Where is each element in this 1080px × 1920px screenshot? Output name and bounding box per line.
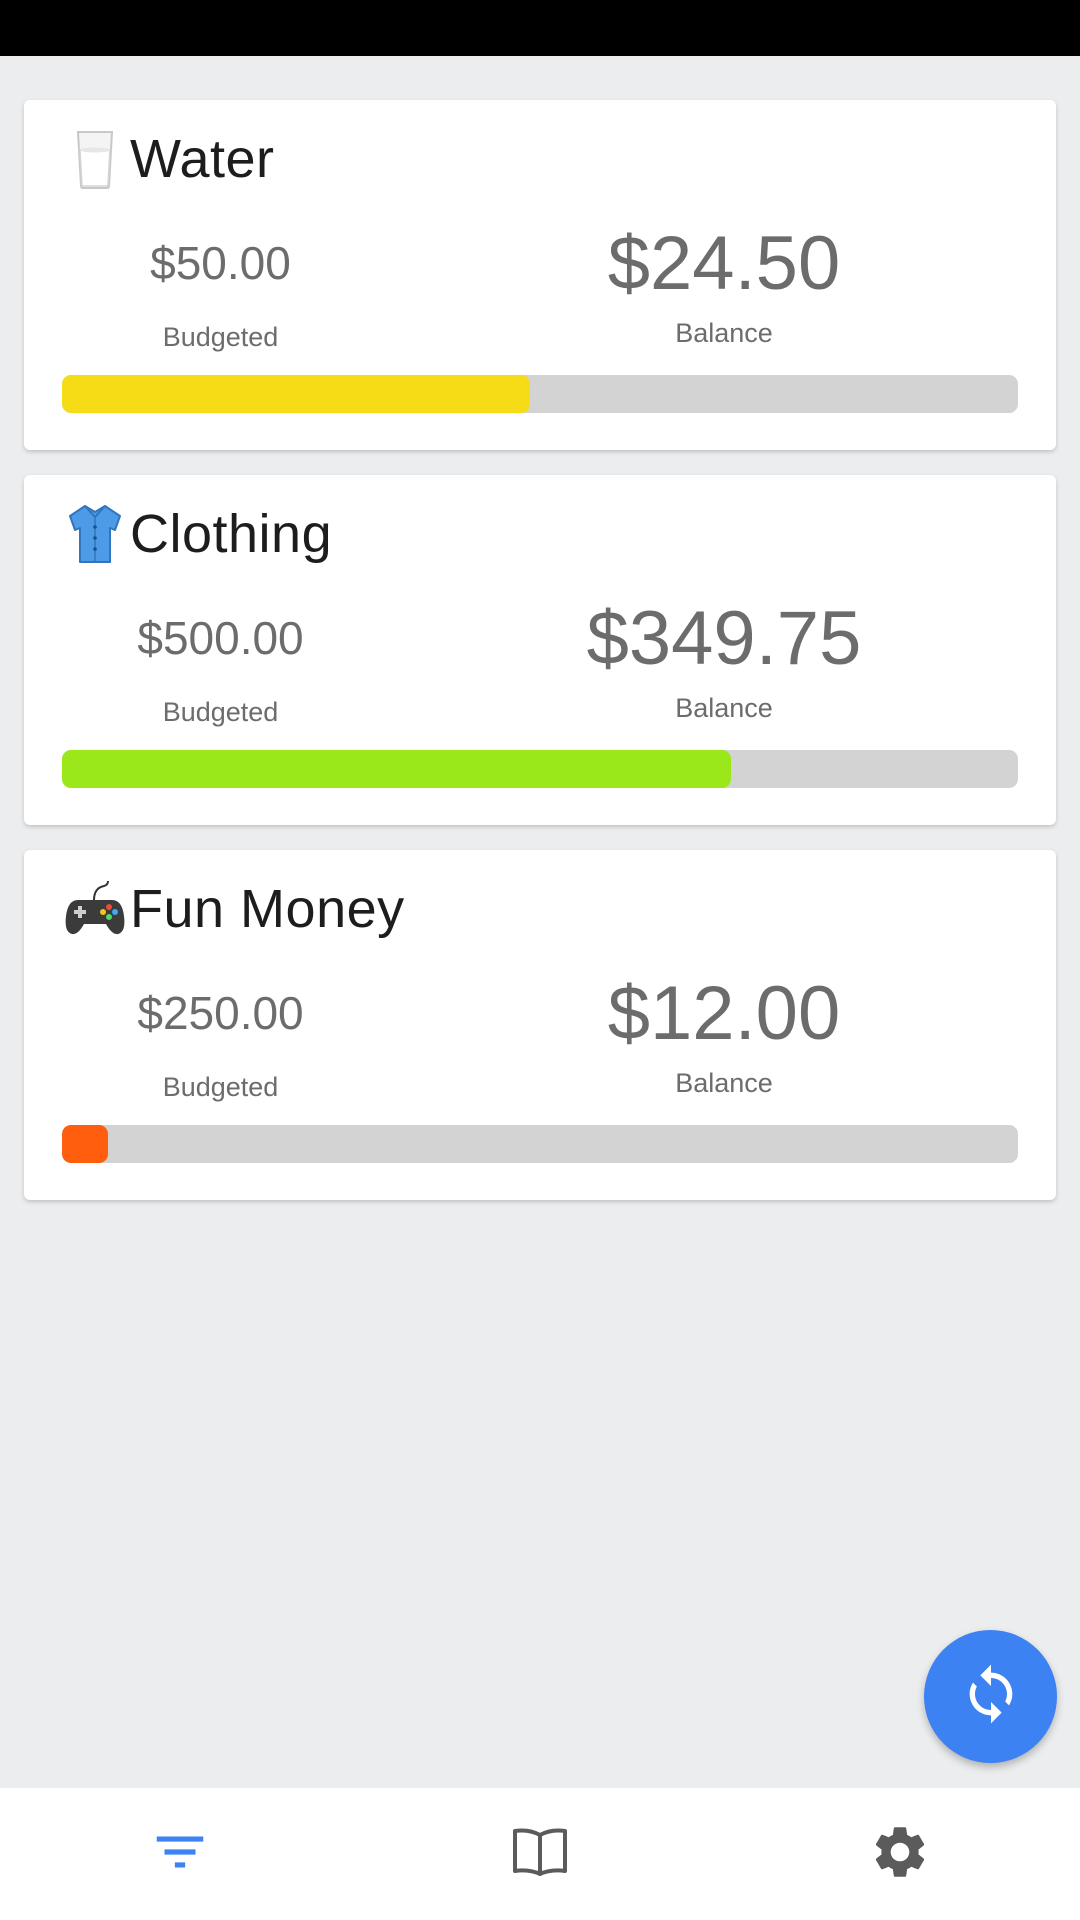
- budgeted-amount: $250.00: [137, 987, 304, 1039]
- card-header: Fun Money: [64, 874, 405, 944]
- budget-progress-bar: [62, 750, 1018, 788]
- budgeted-label: Budgeted: [162, 1072, 279, 1102]
- balance-amount: $12.00: [607, 971, 841, 1056]
- card-title: Water: [130, 129, 275, 189]
- balance-label: Balance: [675, 1068, 773, 1098]
- budget-card-fun-money[interactable]: Fun Money $250.00 Budgeted $12.00 Balanc…: [24, 850, 1056, 1200]
- gear-icon: [869, 1821, 931, 1888]
- progress-fill: [62, 375, 531, 413]
- budget-card-water[interactable]: Water $50.00 Budgeted $24.50 Balance: [24, 100, 1056, 450]
- budgeted-label: Budgeted: [162, 697, 279, 727]
- budgeted-amount: $50.00: [150, 237, 291, 289]
- balance-label: Balance: [675, 318, 773, 348]
- balance-amount: $349.75: [586, 596, 862, 681]
- budget-progress-bar: [62, 375, 1018, 413]
- book-open-icon: [511, 1827, 569, 1882]
- nav-budgets-tab[interactable]: [80, 1788, 280, 1920]
- water-glass-icon: [64, 128, 126, 190]
- nav-ledger-tab[interactable]: [440, 1788, 640, 1920]
- status-bar: [0, 0, 1080, 56]
- nav-settings-tab[interactable]: [800, 1788, 1000, 1920]
- progress-fill: [62, 750, 732, 788]
- card-title: Fun Money: [130, 879, 405, 939]
- sync-button[interactable]: [924, 1630, 1057, 1763]
- game-controller-icon: [64, 878, 126, 940]
- budget-progress-bar: [62, 1125, 1018, 1163]
- budget-list: Water $50.00 Budgeted $24.50 Balance Clo…: [24, 100, 1056, 1225]
- card-header: Clothing: [64, 499, 332, 569]
- sync-icon: [959, 1662, 1023, 1731]
- balance-label: Balance: [675, 693, 773, 723]
- shirt-icon: [64, 503, 126, 565]
- card-title: Clothing: [130, 504, 333, 564]
- budget-card-clothing[interactable]: Clothing $500.00 Budgeted $349.75 Balanc…: [24, 475, 1056, 825]
- filter-list-icon: [149, 1821, 211, 1888]
- bottom-navigation: [0, 1788, 1080, 1920]
- card-header: Water: [64, 124, 275, 194]
- progress-fill: [62, 1125, 108, 1163]
- budgeted-label: Budgeted: [162, 322, 279, 352]
- budgeted-amount: $500.00: [137, 612, 304, 664]
- balance-amount: $24.50: [607, 221, 841, 306]
